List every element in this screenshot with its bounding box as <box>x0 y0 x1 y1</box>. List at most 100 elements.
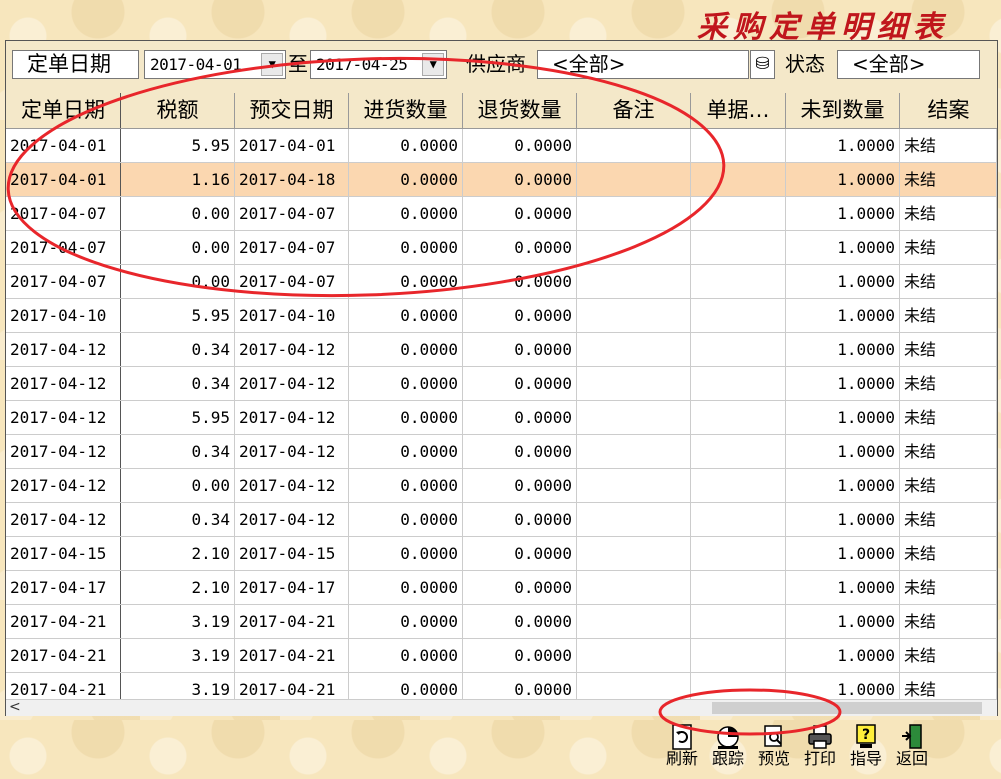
exit-button[interactable]: 返回 <box>890 722 934 777</box>
table-row[interactable]: 2017-04-17 2.10 2017-04-17 0.0000 0.0000 1.00… <box>6 571 997 605</box>
table-row[interactable]: 2017-04-21 3.19 2017-04-21 0.0000 0.0000 1.00… <box>6 605 997 639</box>
preview-button[interactable]: 预览 <box>752 722 796 777</box>
report-panel: 定单日期 2017-04-01 ▼ 至 2017-04-25 ▼ 供应商 <全部… <box>5 40 998 716</box>
cell-closed: 未结 <box>900 163 997 196</box>
date-to-dropdown-button[interactable]: ▼ <box>422 53 444 76</box>
col-header-tax[interactable]: 税额 <box>121 93 235 128</box>
cell-in-qty: 0.0000 <box>349 401 463 434</box>
cell-date: 2017-04-12 <box>6 333 121 366</box>
cell-in-qty: 0.0000 <box>349 571 463 604</box>
table-row[interactable]: 2017-04-21 3.19 2017-04-21 0.0000 0.0000 1.00… <box>6 639 997 673</box>
cell-doc <box>691 503 786 536</box>
cell-in-qty: 0.0000 <box>349 299 463 332</box>
cell-ret-qty: 0.0000 <box>463 401 577 434</box>
cell-date: 2017-04-12 <box>6 469 121 502</box>
cell-in-qty: 0.0000 <box>349 537 463 570</box>
cell-closed: 未结 <box>900 265 997 298</box>
chevron-down-icon: ▼ <box>429 57 437 71</box>
table-row[interactable]: 2017-04-12 0.34 2017-04-12 0.0000 0.0000 1.00… <box>6 367 997 401</box>
cell-doc <box>691 265 786 298</box>
col-header-due-date[interactable]: 预交日期 <box>235 93 349 128</box>
supplier-lookup-button[interactable]: ⛁ <box>750 50 775 79</box>
col-header-in-qty[interactable]: 进货数量 <box>349 93 463 128</box>
track-button[interactable]: 跟踪 <box>706 722 750 777</box>
cell-date: 2017-04-21 <box>6 639 121 672</box>
cell-doc <box>691 673 786 699</box>
table-row[interactable]: 2017-04-07 0.00 2017-04-07 0.0000 0.0000 1.00… <box>6 231 997 265</box>
cell-in-qty: 0.0000 <box>349 197 463 230</box>
cell-doc <box>691 367 786 400</box>
cell-pending: 1.0000 <box>786 469 900 502</box>
cell-tax: 3.19 <box>121 639 235 672</box>
cell-closed: 未结 <box>900 435 997 468</box>
table-row[interactable]: 2017-04-12 0.34 2017-04-12 0.0000 0.0000 1.00… <box>6 435 997 469</box>
cell-ret-qty: 0.0000 <box>463 197 577 230</box>
print-button[interactable]: 打印 <box>798 722 842 777</box>
cell-tax: 3.19 <box>121 605 235 638</box>
cell-date: 2017-04-17 <box>6 571 121 604</box>
cell-date: 2017-04-07 <box>6 231 121 264</box>
cell-closed: 未结 <box>900 299 997 332</box>
cell-tax: 0.00 <box>121 231 235 264</box>
date-from-field[interactable]: 2017-04-01 ▼ <box>144 50 286 79</box>
cell-note <box>577 605 691 638</box>
cell-pending: 1.0000 <box>786 435 900 468</box>
col-header-return-qty[interactable]: 退货数量 <box>463 93 577 128</box>
col-header-pending-qty[interactable]: 未到数量 <box>786 93 900 128</box>
scrollbar-thumb[interactable] <box>712 702 982 714</box>
help-icon: ? <box>856 724 876 748</box>
exit-label: 返回 <box>895 749 928 768</box>
table-row[interactable]: 2017-04-12 5.95 2017-04-12 0.0000 0.0000 1.00… <box>6 401 997 435</box>
cell-ret-qty: 0.0000 <box>463 469 577 502</box>
cell-due: 2017-04-12 <box>235 401 349 434</box>
cell-due: 2017-04-18 <box>235 163 349 196</box>
cell-ret-qty: 0.0000 <box>463 435 577 468</box>
cell-ret-qty: 0.0000 <box>463 503 577 536</box>
cell-tax: 5.95 <box>121 299 235 332</box>
order-detail-grid[interactable]: 定单日期 税额 预交日期 进货数量 退货数量 备注 单据… 未到数量 结案 20… <box>6 93 997 699</box>
table-row[interactable]: 2017-04-21 3.19 2017-04-21 0.0000 0.0000 1.00… <box>6 673 997 699</box>
table-row[interactable]: 2017-04-07 0.00 2017-04-07 0.0000 0.0000 1.00… <box>6 265 997 299</box>
table-row[interactable]: 2017-04-01 1.16 2017-04-18 0.0000 0.0000 1.00… <box>6 163 997 197</box>
table-row[interactable]: 2017-04-12 0.34 2017-04-12 0.0000 0.0000 1.00… <box>6 333 997 367</box>
col-header-doc[interactable]: 单据… <box>691 93 786 128</box>
col-header-note[interactable]: 备注 <box>577 93 691 128</box>
horizontal-scrollbar[interactable]: < <box>6 699 997 716</box>
cell-doc <box>691 129 786 162</box>
cell-pending: 1.0000 <box>786 401 900 434</box>
table-row[interactable]: 2017-04-01 5.95 2017-04-01 0.0000 0.0000 1.00… <box>6 129 997 163</box>
table-row[interactable]: 2017-04-12 0.34 2017-04-12 0.0000 0.0000 1.00… <box>6 503 997 537</box>
guide-button[interactable]: ? 指导 <box>844 722 888 777</box>
table-row[interactable]: 2017-04-10 5.95 2017-04-10 0.0000 0.0000 1.00… <box>6 299 997 333</box>
supplier-field[interactable]: <全部> <box>537 50 749 79</box>
col-header-order-date[interactable]: 定单日期 <box>6 93 121 128</box>
cell-note <box>577 265 691 298</box>
cell-ret-qty: 0.0000 <box>463 639 577 672</box>
cell-date: 2017-04-12 <box>6 401 121 434</box>
cell-in-qty: 0.0000 <box>349 435 463 468</box>
printer-icon <box>808 725 832 749</box>
table-row[interactable]: 2017-04-15 2.10 2017-04-15 0.0000 0.0000 1.00… <box>6 537 997 571</box>
cell-pending: 1.0000 <box>786 367 900 400</box>
date-to-field[interactable]: 2017-04-25 ▼ <box>310 50 447 79</box>
status-field[interactable]: <全部> <box>837 50 980 79</box>
cell-tax: 0.34 <box>121 367 235 400</box>
cell-doc <box>691 469 786 502</box>
cell-tax: 3.19 <box>121 673 235 699</box>
cell-tax: 0.34 <box>121 503 235 536</box>
date-from-dropdown-button[interactable]: ▼ <box>261 53 283 76</box>
scroll-left-arrow[interactable]: < <box>9 699 21 715</box>
col-header-closed[interactable]: 结案 <box>900 93 997 128</box>
cell-doc <box>691 435 786 468</box>
status-label: 状态 <box>785 52 825 76</box>
cell-in-qty: 0.0000 <box>349 605 463 638</box>
cell-note <box>577 197 691 230</box>
cell-date: 2017-04-21 <box>6 673 121 699</box>
table-row[interactable]: 2017-04-07 0.00 2017-04-07 0.0000 0.0000 1.00… <box>6 197 997 231</box>
cell-due: 2017-04-12 <box>235 435 349 468</box>
cell-date: 2017-04-21 <box>6 605 121 638</box>
refresh-button[interactable]: 刷新 <box>660 722 704 777</box>
table-row[interactable]: 2017-04-12 0.00 2017-04-12 0.0000 0.0000 1.00… <box>6 469 997 503</box>
bottom-toolbar: 刷新 跟踪 预览 打印 ? 指导 返回 <box>660 722 960 777</box>
cell-closed: 未结 <box>900 367 997 400</box>
